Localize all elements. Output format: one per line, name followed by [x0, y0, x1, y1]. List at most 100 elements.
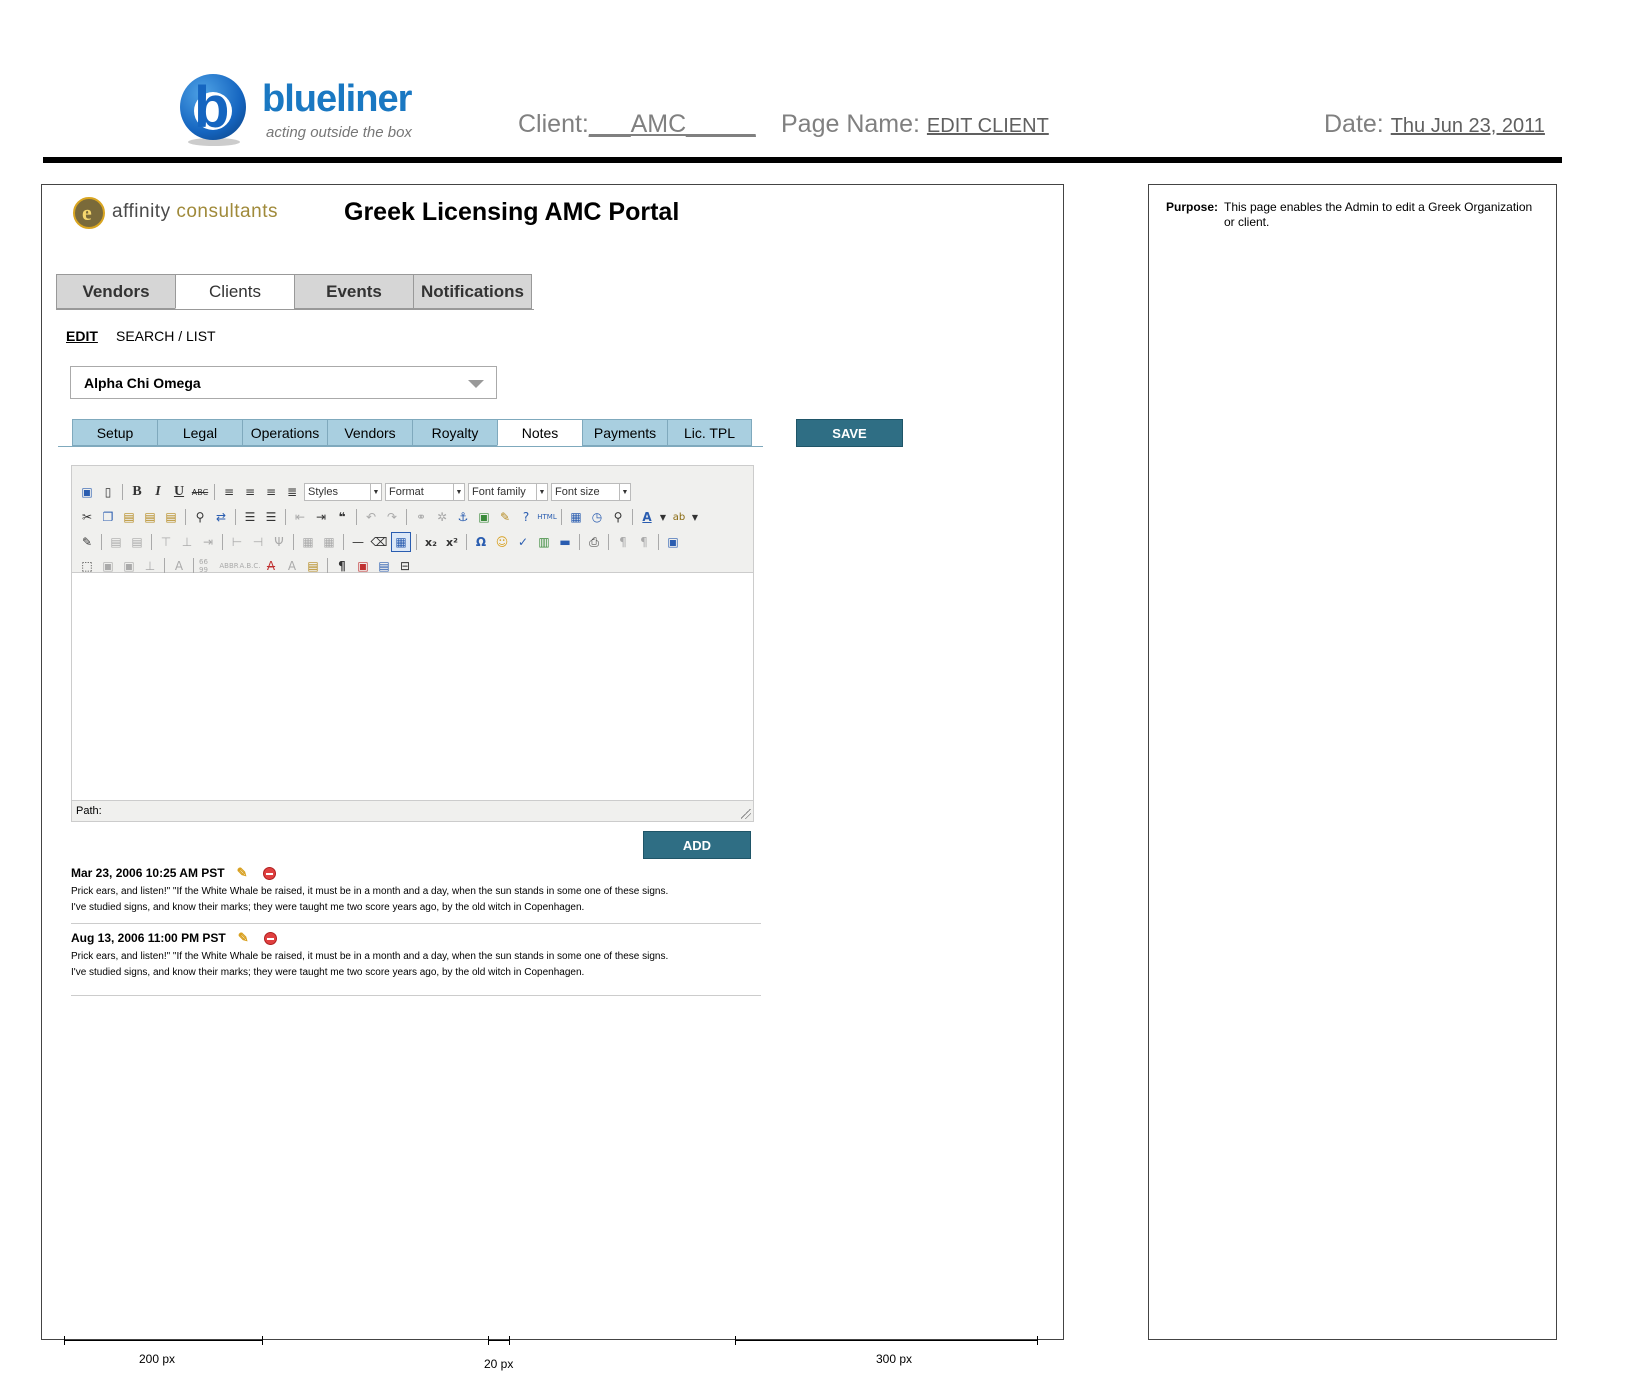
edit-pencil-icon[interactable]: ✎	[237, 866, 251, 880]
tab-notifications[interactable]: Notifications	[413, 274, 532, 309]
editor-content-area[interactable]	[72, 573, 753, 799]
merge-cells-icon[interactable]: ▦	[320, 533, 338, 551]
cell-props-icon[interactable]: ▤	[128, 533, 146, 551]
blueliner-tagline: acting outside the box	[266, 124, 412, 141]
note-separator	[71, 995, 761, 996]
chevron-down-icon[interactable]: ▼	[659, 508, 667, 526]
measure-label-20: 20 px	[484, 1357, 514, 1371]
ltr-icon[interactable]: ¶	[614, 533, 632, 551]
special-char-icon[interactable]: Ω	[472, 533, 490, 551]
insert-row-before-icon[interactable]: ⊤	[157, 533, 175, 551]
subtab-notes[interactable]: Notes	[497, 419, 582, 446]
subtab-lic-tpl[interactable]: Lic. TPL	[667, 419, 752, 446]
client-select[interactable]: Alpha Chi Omega	[70, 366, 497, 399]
paste-word-icon[interactable]: ▤	[162, 508, 180, 526]
emoticon-icon[interactable]: ☺	[493, 533, 511, 551]
preview-icon[interactable]: ⚲	[609, 508, 627, 526]
paste-text-icon[interactable]: ▤	[141, 508, 159, 526]
outdent-icon[interactable]: ⇤	[291, 508, 309, 526]
new-document-icon[interactable]: ▯	[99, 483, 117, 501]
undo-icon[interactable]: ↶	[362, 508, 380, 526]
remove-format-icon[interactable]: ⌫	[370, 533, 388, 551]
note-timestamp: Aug 13, 2006 11:00 PM PST	[71, 931, 226, 945]
html-icon[interactable]: HTML	[537, 508, 556, 526]
help-icon[interactable]: ?	[517, 508, 535, 526]
subnav-search-list[interactable]: SEARCH / LIST	[116, 328, 216, 344]
fullscreen-icon[interactable]: ▣	[664, 533, 682, 551]
tab-vendors[interactable]: Vendors	[56, 274, 175, 309]
subtab-operations[interactable]: Operations	[242, 419, 327, 446]
client-value: ___AMC_____	[588, 110, 756, 138]
find-icon[interactable]: ⚲	[191, 508, 209, 526]
spellcheck-icon[interactable]: ✓	[514, 533, 532, 551]
paste-icon[interactable]: ▤	[120, 508, 138, 526]
superscript-icon[interactable]: x²	[443, 533, 461, 551]
italic-icon[interactable]: I	[149, 483, 167, 501]
subscript-icon[interactable]: x₂	[422, 533, 440, 551]
add-note-button[interactable]: ADD	[643, 831, 751, 859]
align-center-icon[interactable]: ≡	[241, 483, 259, 501]
horizontal-rule-icon[interactable]: —	[349, 533, 367, 551]
print-icon[interactable]: ⎙	[585, 533, 603, 551]
bold-icon[interactable]: B	[128, 483, 146, 501]
tab-clients[interactable]: Clients	[175, 274, 294, 309]
unlink-icon[interactable]: ✲	[433, 508, 451, 526]
toolbar-row-1: ▣ ▯ B I U ABC ≡ ≡ ≡ ≣ Styles ▼ Format ▼ Fo…	[78, 481, 631, 503]
link-icon[interactable]: ⚭	[412, 508, 430, 526]
rtl-icon[interactable]: ¶	[635, 533, 653, 551]
format-select[interactable]: Format ▼	[385, 483, 465, 501]
subnav-edit[interactable]: EDIT	[66, 328, 98, 344]
subtab-setup[interactable]: Setup	[72, 419, 157, 446]
replace-icon[interactable]: ⇄	[212, 508, 230, 526]
subtab-payments[interactable]: Payments	[582, 419, 667, 446]
align-right-icon[interactable]: ≡	[262, 483, 280, 501]
align-left-icon[interactable]: ≡	[220, 483, 238, 501]
delete-icon[interactable]	[263, 931, 277, 945]
indent-icon[interactable]: ⇥	[312, 508, 330, 526]
split-cells-icon[interactable]: ▦	[299, 533, 317, 551]
strikethrough-icon[interactable]: ABC	[191, 483, 209, 501]
editor-path-label: Path:	[76, 805, 102, 817]
delete-col-icon[interactable]: Ψ	[270, 533, 288, 551]
underline-icon[interactable]: U	[170, 483, 188, 501]
edit-pencil-icon[interactable]: ✎	[238, 931, 252, 945]
subtab-royalty[interactable]: Royalty	[412, 419, 497, 446]
row-props-icon[interactable]: ▤	[107, 533, 125, 551]
font-size-select[interactable]: Font size ▼	[551, 483, 631, 501]
anchor-icon[interactable]: ⚓	[454, 508, 472, 526]
text-color-icon[interactable]: A	[638, 508, 656, 526]
insert-row-after-icon[interactable]: ⊥	[178, 533, 196, 551]
resize-grip-icon[interactable]	[741, 809, 751, 819]
delete-icon[interactable]	[262, 866, 276, 880]
cut-icon[interactable]: ✂	[78, 508, 96, 526]
copy-icon[interactable]: ❐	[99, 508, 117, 526]
insert-date-icon[interactable]: ▦	[567, 508, 585, 526]
insert-col-after-icon[interactable]: ⊣	[249, 533, 267, 551]
styles-select[interactable]: Styles ▼	[304, 483, 382, 501]
subtab-legal[interactable]: Legal	[157, 419, 242, 446]
font-family-select[interactable]: Font family ▼	[468, 483, 548, 501]
subtab-vendors[interactable]: Vendors	[327, 419, 412, 446]
table-icon[interactable]: ▦	[391, 532, 411, 552]
bullet-list-icon[interactable]: ☰	[241, 508, 259, 526]
redo-icon[interactable]: ↷	[383, 508, 401, 526]
save-icon[interactable]: ▣	[78, 483, 96, 501]
numbered-list-icon[interactable]: ☰	[262, 508, 280, 526]
portal-title: Greek Licensing AMC Portal	[344, 198, 680, 226]
note-header: Mar 23, 2006 10:25 AM PST ✎	[71, 866, 276, 880]
highlight-color-icon[interactable]: ab	[670, 508, 688, 526]
align-justify-icon[interactable]: ≣	[283, 483, 301, 501]
tab-events[interactable]: Events	[294, 274, 413, 309]
toolbar-separator	[214, 484, 215, 500]
insert-col-before-icon[interactable]: ⊢	[228, 533, 246, 551]
insert-time-icon[interactable]: ◷	[588, 508, 606, 526]
blockquote-icon[interactable]: ❝	[333, 508, 351, 526]
chevron-down-icon[interactable]: ▼	[691, 508, 699, 526]
image-icon[interactable]: ▣	[475, 508, 493, 526]
save-button[interactable]: SAVE	[796, 419, 903, 447]
media-icon[interactable]: ▥	[535, 533, 553, 551]
cleanup-icon[interactable]: ✎	[496, 508, 514, 526]
delete-row-icon[interactable]: ⇥	[199, 533, 217, 551]
edit-css-icon[interactable]: ✎	[78, 533, 96, 551]
advanced-hr-icon[interactable]: ▬	[556, 533, 574, 551]
